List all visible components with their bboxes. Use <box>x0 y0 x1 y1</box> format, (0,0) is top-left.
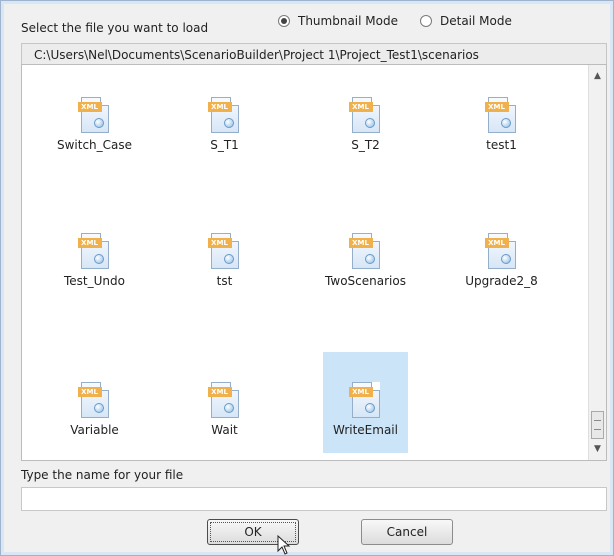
file-name: S_T2 <box>351 138 380 152</box>
xml-file-icon: XML <box>77 233 109 269</box>
current-path: C:\Users\Nel\Documents\ScenarioBuilder\P… <box>21 43 607 65</box>
xml-tag: XML <box>77 238 102 248</box>
xml-tag: XML <box>207 102 232 112</box>
file-item-s-t1[interactable]: XML S_T1 <box>182 67 267 152</box>
xml-tag: XML <box>484 102 509 112</box>
file-thumbnail[interactable]: XML <box>182 203 267 304</box>
file-thumbnail[interactable]: XML <box>182 352 267 453</box>
file-thumbnail[interactable]: XML <box>459 203 544 304</box>
xml-tag: XML <box>348 102 373 112</box>
file-thumbnail[interactable]: XML <box>52 67 137 168</box>
file-item-s-t2[interactable]: XML S_T2 <box>323 67 408 152</box>
file-name: Test_Undo <box>64 274 125 288</box>
filename-input[interactable] <box>21 487 607 511</box>
select-file-prompt: Select the file you want to load <box>21 21 209 35</box>
file-name: Switch_Case <box>56 138 133 152</box>
xml-tag: XML <box>77 387 102 397</box>
file-thumbnail[interactable]: XML <box>323 67 408 168</box>
file-item-test1[interactable]: XML test1 <box>459 67 544 152</box>
xml-tag: XML <box>348 238 373 248</box>
file-thumbnail[interactable]: XML <box>459 67 544 168</box>
file-name: Variable <box>70 423 119 437</box>
file-item-tst[interactable]: XML tst <box>182 203 267 288</box>
xml-tag: XML <box>77 102 102 112</box>
file-item-test-undo[interactable]: XML Test_Undo <box>52 203 137 288</box>
xml-file-icon: XML <box>348 97 380 133</box>
scroll-down-arrow-icon[interactable]: ▼ <box>589 440 606 458</box>
xml-file-icon: XML <box>77 97 109 133</box>
xml-file-icon: XML <box>348 382 380 418</box>
file-item-twoscenarios[interactable]: XML TwoScenarios <box>323 203 408 288</box>
load-file-dialog: Select the file you want to load Thumbna… <box>0 0 614 556</box>
xml-tag: XML <box>484 238 509 248</box>
file-name: S_T1 <box>210 138 239 152</box>
thumbnail-mode-radio[interactable]: Thumbnail Mode <box>278 14 398 28</box>
file-name: WriteEmail <box>333 423 398 437</box>
file-name: Upgrade2_8 <box>465 274 538 288</box>
file-name: test1 <box>486 138 517 152</box>
filename-label: Type the name for your file <box>21 468 184 482</box>
file-thumbnail-selected[interactable]: XML <box>323 352 408 453</box>
xml-file-icon: XML <box>484 233 516 269</box>
file-grid: XML Switch_Case XML S_T1 XML S_T2 XML te… <box>22 65 589 460</box>
scroll-thumb[interactable] <box>591 411 604 439</box>
scroll-up-arrow-icon[interactable]: ▲ <box>589 67 606 85</box>
xml-file-icon: XML <box>484 97 516 133</box>
xml-file-icon: XML <box>77 382 109 418</box>
detail-mode-label: Detail Mode <box>440 14 512 28</box>
xml-file-icon: XML <box>348 233 380 269</box>
cancel-button[interactable]: Cancel <box>361 519 453 545</box>
file-thumbnail[interactable]: XML <box>182 67 267 168</box>
file-name: tst <box>216 274 233 288</box>
xml-tag: XML <box>207 238 232 248</box>
radio-unchecked-icon[interactable] <box>420 15 432 27</box>
file-thumbnail[interactable]: XML <box>52 352 137 453</box>
file-item-writeemail[interactable]: XML WriteEmail <box>323 352 408 453</box>
file-item-wait[interactable]: XML Wait <box>182 352 267 437</box>
file-item-upgrade2-8[interactable]: XML Upgrade2_8 <box>459 203 544 288</box>
file-thumbnail[interactable]: XML <box>323 203 408 304</box>
xml-file-icon: XML <box>207 233 239 269</box>
xml-file-icon: XML <box>207 382 239 418</box>
xml-tag: XML <box>348 387 373 397</box>
file-list: XML Switch_Case XML S_T1 XML S_T2 XML te… <box>21 64 607 461</box>
xml-file-icon: XML <box>207 97 239 133</box>
vertical-scrollbar[interactable]: ▲ ▼ <box>588 65 606 460</box>
file-item-switch-case[interactable]: XML Switch_Case <box>52 67 137 152</box>
file-name: TwoScenarios <box>325 274 406 288</box>
file-name: Wait <box>211 423 238 437</box>
detail-mode-radio[interactable]: Detail Mode <box>420 14 512 28</box>
thumbnail-mode-label: Thumbnail Mode <box>298 14 398 28</box>
file-thumbnail[interactable]: XML <box>52 203 137 304</box>
radio-checked-icon[interactable] <box>278 15 290 27</box>
xml-tag: XML <box>207 387 232 397</box>
mouse-pointer-icon <box>277 535 291 555</box>
file-item-variable[interactable]: XML Variable <box>52 352 137 437</box>
